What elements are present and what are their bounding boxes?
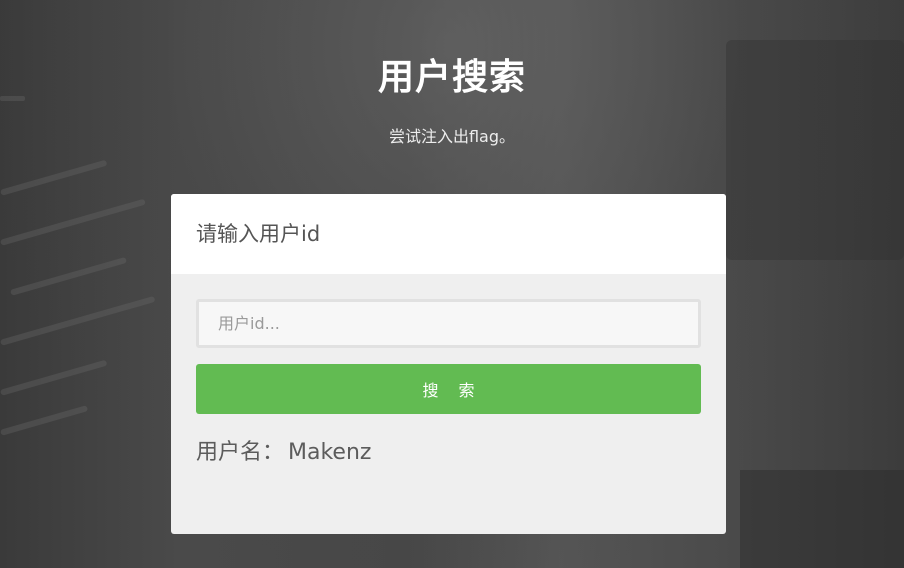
- search-button[interactable]: 搜索: [196, 364, 701, 414]
- search-panel: 请输入用户id 搜索 用户名：Makenz: [171, 194, 726, 534]
- result-label: 用户名：: [196, 440, 285, 465]
- panel-body: 搜索 用户名：Makenz: [171, 274, 726, 466]
- result-username: Makenz: [288, 440, 372, 465]
- search-result: 用户名： Makenz: [196, 434, 701, 466]
- page-title: 用户搜索: [377, 57, 526, 98]
- page-subtitle: 尝试注入出flag。: [388, 127, 516, 146]
- panel-heading: 请输入用户id: [171, 194, 726, 274]
- user-id-input[interactable]: [196, 299, 701, 348]
